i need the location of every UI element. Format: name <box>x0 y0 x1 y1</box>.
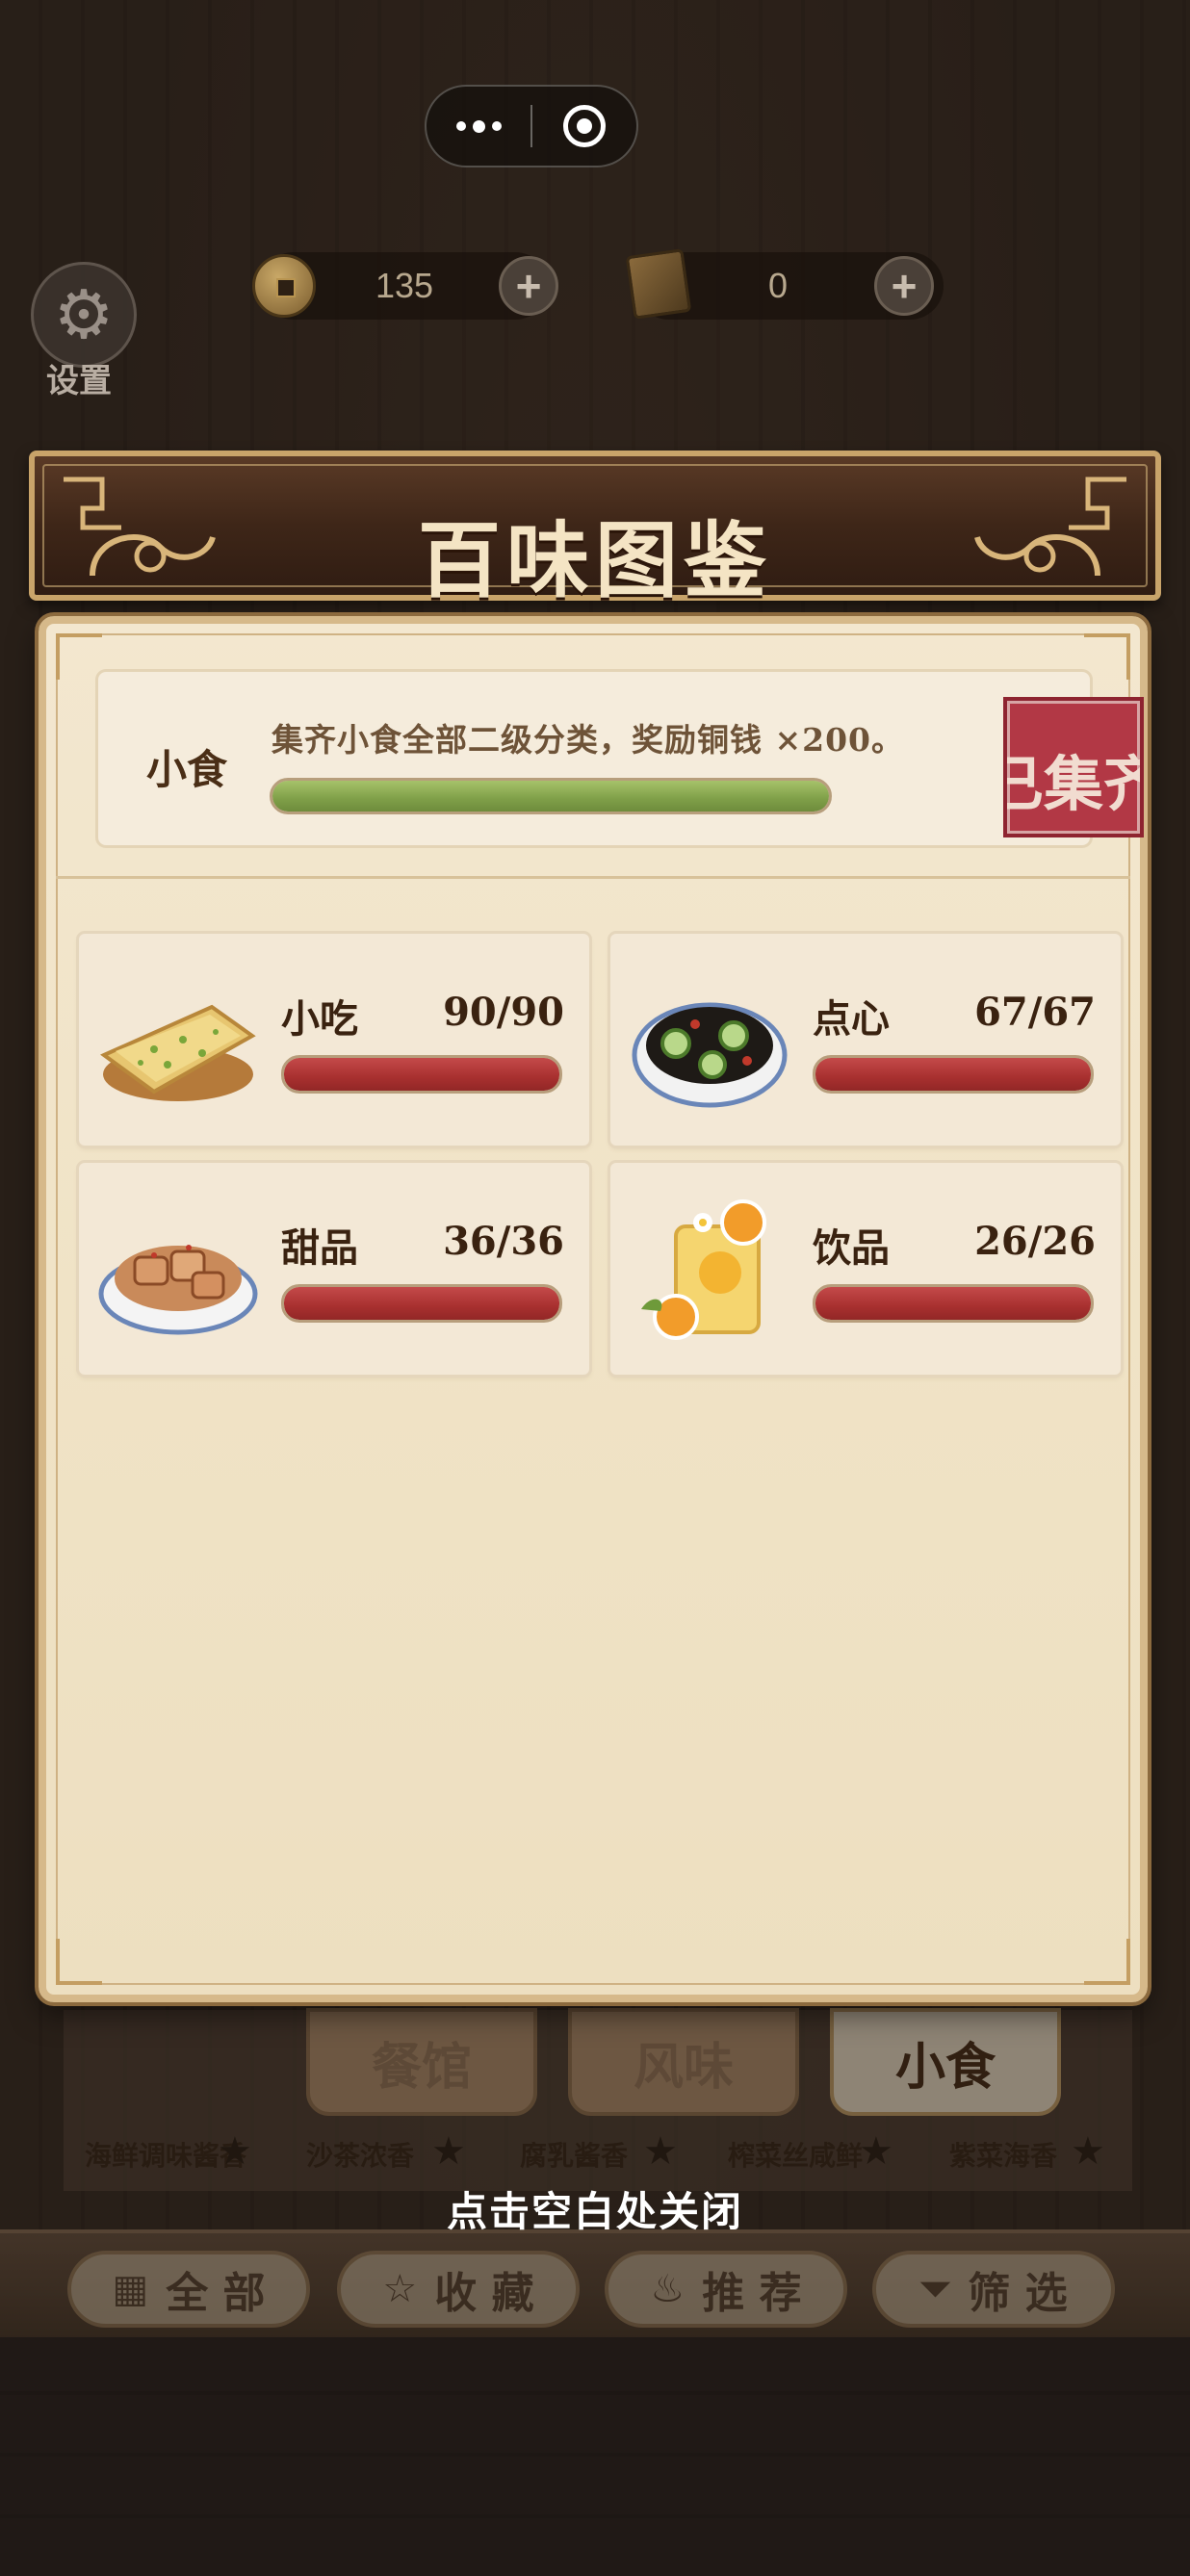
book-icon <box>625 248 692 320</box>
summary-progress-fill <box>272 781 829 811</box>
settings-button[interactable]: ⚙ 设置 <box>27 262 142 400</box>
book-value: 0 <box>768 266 789 305</box>
category-name: 甜品 <box>281 1225 358 1271</box>
category-count: 67/67 <box>974 990 1096 1035</box>
orange-drink-icon <box>641 1199 766 1340</box>
category-progress-fill <box>284 1287 559 1320</box>
coin-value: 135 <box>375 266 434 305</box>
stamp-text: 已集齐 <box>1007 749 1140 819</box>
category-progress-bar <box>281 1055 562 1094</box>
corner-ornament <box>1084 633 1130 680</box>
page-title: 百味图鉴 <box>418 512 772 609</box>
collection-panel: 小食 集齐小食全部二级分类，奖励铜钱 ×200。 已集齐 小吃 90/90 <box>39 616 1148 2002</box>
scallion-pancake-icon <box>100 1004 256 1101</box>
title-banner: 百味图鉴 <box>29 451 1161 609</box>
settings-label: 设置 <box>46 362 112 400</box>
category-count: 36/36 <box>443 1219 564 1264</box>
summary-title: 小食 <box>146 746 228 793</box>
dot-icon <box>455 121 466 131</box>
category-progress-fill <box>815 1287 1091 1320</box>
category-progress-fill <box>815 1058 1091 1091</box>
dot-icon <box>472 119 485 133</box>
category-count: 26/26 <box>974 1219 1096 1264</box>
corner-ornament <box>56 633 102 680</box>
corner-ornament <box>1084 1939 1130 1985</box>
category-progress-fill <box>284 1058 559 1091</box>
category-card-snack[interactable]: 小吃 90/90 <box>79 934 589 1146</box>
close-hint: 点击空白处关闭 <box>446 2188 743 2235</box>
glazed-meat-icon <box>98 1245 258 1335</box>
category-name: 点心 <box>813 996 890 1042</box>
dot-icon <box>491 121 502 131</box>
mini-program-capsule <box>425 85 638 167</box>
category-card-drink[interactable]: 饮品 26/26 <box>610 1163 1121 1375</box>
category-card-dimsum[interactable]: 点心 67/67 <box>610 934 1121 1146</box>
category-count: 90/90 <box>443 990 564 1035</box>
category-name: 饮品 <box>813 1225 890 1271</box>
collection-summary: 小食 集齐小食全部二级分类，奖励铜钱 ×200。 已集齐 <box>98 672 1144 845</box>
divider <box>56 876 1130 879</box>
add-coins-button[interactable]: + <box>499 256 558 316</box>
corner-ornament <box>56 1939 102 1985</box>
more-button[interactable] <box>427 87 530 166</box>
coin-icon <box>252 254 316 318</box>
summary-progress-bar <box>270 778 832 814</box>
add-books-button[interactable]: + <box>874 256 934 316</box>
category-name: 小吃 <box>281 996 358 1042</box>
cucumber-salad-icon <box>632 1002 788 1108</box>
close-miniprogram-button[interactable] <box>532 87 636 166</box>
target-icon <box>562 105 606 147</box>
category-progress-bar <box>281 1284 562 1323</box>
summary-description: 集齐小食全部二级分类，奖励铜钱 ×200。 <box>272 721 905 759</box>
category-progress-bar <box>813 1284 1094 1323</box>
completed-stamp: 已集齐 <box>1003 697 1144 837</box>
category-card-dessert[interactable]: 甜品 36/36 <box>79 1163 589 1375</box>
gear-icon: ⚙ <box>31 262 137 368</box>
category-progress-bar <box>813 1055 1094 1094</box>
